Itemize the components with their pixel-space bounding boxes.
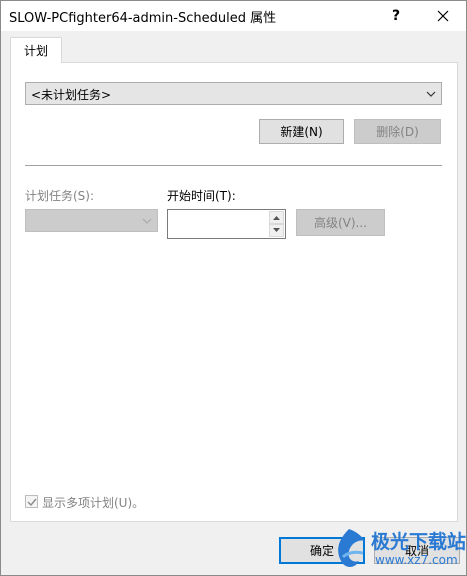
caret-up-icon: [273, 216, 280, 220]
tab-strip: 计划: [10, 37, 458, 63]
properties-dialog: SLOW-PCfighter64-admin-Scheduled 属性 ? 计划…: [0, 0, 467, 576]
watermark-logo: 极光下载站 www.xz7.com: [327, 525, 467, 575]
new-button[interactable]: 新建(N): [259, 119, 344, 144]
schedule-select-value: <未计划任务>: [31, 88, 112, 102]
help-button[interactable]: ?: [373, 1, 419, 31]
title-bar: SLOW-PCfighter64-admin-Scheduled 属性 ?: [1, 1, 466, 31]
start-time-field[interactable]: [167, 209, 286, 239]
show-multiple-label: 显示多项计划(U)。: [42, 496, 145, 510]
window-title: SLOW-PCfighter64-admin-Scheduled 属性: [9, 11, 277, 26]
spin-up-button[interactable]: [269, 211, 284, 224]
start-time-label: 开始时间(T):: [167, 189, 236, 203]
caret-down-icon: [273, 228, 280, 232]
schedule-select[interactable]: <未计划任务>: [25, 82, 442, 105]
schedule-task-select[interactable]: [25, 209, 158, 232]
checkmark-icon: [27, 498, 37, 507]
chevron-down-icon: [426, 91, 436, 97]
tab-schedule[interactable]: 计划: [10, 37, 62, 63]
separator: [25, 165, 442, 166]
watermark-text: 极光下载站: [371, 531, 467, 553]
advanced-button[interactable]: 高级(V)...: [296, 209, 385, 236]
schedule-task-label: 计划任务(S):: [25, 189, 95, 203]
delete-button[interactable]: 删除(D): [354, 119, 441, 144]
chevron-down-icon: [142, 218, 152, 224]
spin-down-button[interactable]: [269, 224, 284, 237]
close-icon: [437, 10, 449, 22]
watermark-url: www.xz7.com: [375, 553, 458, 567]
close-button[interactable]: [420, 1, 466, 31]
show-multiple-checkbox[interactable]: [25, 495, 38, 508]
aurora-logo-icon: [338, 529, 365, 567]
